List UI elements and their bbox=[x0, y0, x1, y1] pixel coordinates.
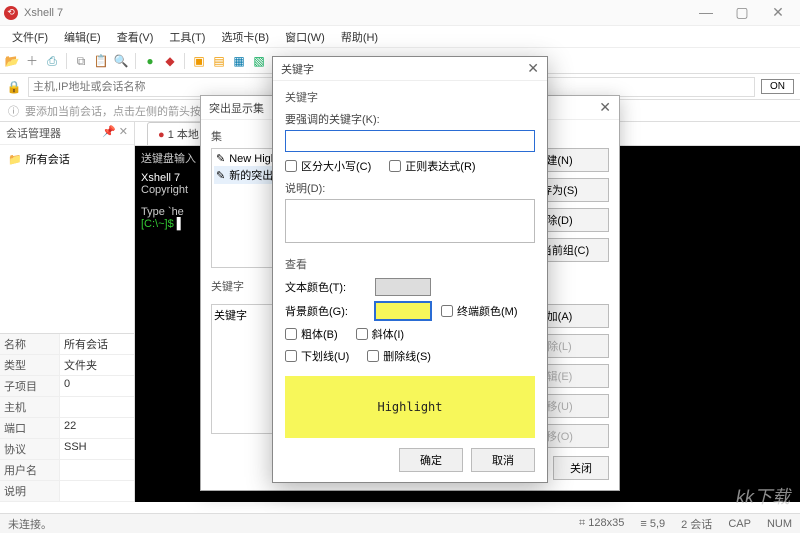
tool-misc1-icon[interactable]: ▣ bbox=[191, 53, 207, 69]
status-connection: 未连接。 bbox=[8, 516, 52, 532]
titlebar: ⟲ Xshell 7 ― ▢ ✕ bbox=[0, 0, 800, 26]
status-num: NUM bbox=[767, 518, 792, 530]
tool-find-icon[interactable]: 🔍 bbox=[113, 53, 129, 69]
tool-color-icon[interactable]: ◆ bbox=[162, 53, 178, 69]
regex-checkbox[interactable]: 正则表达式(R) bbox=[389, 158, 475, 174]
window-title: Xshell 7 bbox=[24, 7, 63, 19]
hs-close-button[interactable]: 关闭 bbox=[553, 456, 609, 480]
tool-save-icon[interactable]: ⎙ bbox=[44, 53, 60, 69]
textcolor-swatch[interactable] bbox=[375, 278, 431, 296]
kw-group-label: 关键字 bbox=[285, 89, 535, 105]
status-size: ⌗ 128x35 bbox=[579, 517, 624, 530]
view-label: 查看 bbox=[285, 256, 535, 272]
textcolor-label: 文本颜色(T): bbox=[285, 279, 365, 295]
minimize-button[interactable]: ― bbox=[688, 4, 724, 21]
folder-icon: 📁 bbox=[8, 153, 22, 166]
highlight-preview: Highlight bbox=[285, 376, 535, 438]
close-button[interactable]: ✕ bbox=[760, 4, 796, 21]
menu-tabs[interactable]: 选项卡(B) bbox=[215, 27, 275, 47]
info-icon: ⓘ bbox=[8, 103, 19, 119]
hs-close-icon[interactable]: ✕ bbox=[599, 99, 611, 116]
case-checkbox[interactable]: 区分大小写(C) bbox=[285, 158, 371, 174]
pencil-icon: ✎ bbox=[216, 152, 225, 165]
kw-close-icon[interactable]: ✕ bbox=[527, 60, 539, 77]
menu-edit[interactable]: 编辑(E) bbox=[58, 27, 107, 47]
tool-misc3-icon[interactable]: ▦ bbox=[231, 53, 247, 69]
tool-font-icon[interactable]: ● bbox=[142, 53, 158, 69]
sidebar-title: 会话管理器 bbox=[6, 125, 61, 141]
ok-button[interactable]: 确定 bbox=[399, 448, 463, 472]
menu-file[interactable]: 文件(F) bbox=[6, 27, 54, 47]
bgcolor-swatch[interactable] bbox=[375, 302, 431, 320]
status-sessions: 2 会话 bbox=[681, 516, 712, 532]
property-table: 名称所有会话 类型文件夹 子项目0 主机 端口22 协议SSH 用户名 说明 bbox=[0, 333, 134, 502]
session-sidebar: 会话管理器 📌 ✕ 📁 所有会话 名称所有会话 类型文件夹 子项目0 主机 端口… bbox=[0, 122, 135, 502]
tool-misc4-icon[interactable]: ▧ bbox=[251, 53, 267, 69]
italic-checkbox[interactable]: 斜体(I) bbox=[356, 326, 404, 342]
description-input[interactable] bbox=[285, 199, 535, 243]
menu-tools[interactable]: 工具(T) bbox=[163, 27, 211, 47]
tool-copy-icon[interactable]: ⧉ bbox=[73, 53, 89, 69]
kw-desc-label: 说明(D): bbox=[285, 180, 535, 196]
tree-root[interactable]: 📁 所有会话 bbox=[6, 149, 128, 169]
tool-new-icon[interactable]: ＋ bbox=[24, 53, 40, 69]
status-caps: CAP bbox=[728, 518, 751, 530]
hs-title: 突出显示集 bbox=[209, 100, 264, 116]
kw-emph-label: 要强调的关键字(K): bbox=[285, 111, 535, 127]
hint-text: 要添加当前会话，点击左侧的箭头按钮。 bbox=[25, 103, 223, 119]
cancel-button[interactable]: 取消 bbox=[471, 448, 535, 472]
keyword-input[interactable] bbox=[285, 130, 535, 152]
menubar: 文件(F) 编辑(E) 查看(V) 工具(T) 选项卡(B) 窗口(W) 帮助(… bbox=[0, 26, 800, 48]
tool-open-icon[interactable]: 📂 bbox=[4, 53, 20, 69]
menu-window[interactable]: 窗口(W) bbox=[279, 27, 331, 47]
session-tree[interactable]: 📁 所有会话 bbox=[0, 145, 134, 333]
pencil-icon: ✎ bbox=[216, 169, 225, 182]
pin-icon[interactable]: 📌 ✕ bbox=[102, 125, 128, 141]
status-pos: ≡ 5,9 bbox=[640, 518, 665, 530]
menu-view[interactable]: 查看(V) bbox=[111, 27, 160, 47]
maximize-button[interactable]: ▢ bbox=[724, 4, 760, 21]
bold-checkbox[interactable]: 粗体(B) bbox=[285, 326, 338, 342]
termcolor-checkbox[interactable]: 终端颜色(M) bbox=[441, 303, 518, 319]
underline-checkbox[interactable]: 下划线(U) bbox=[285, 348, 349, 364]
keyword-dialog: 关键字 ✕ 关键字 要强调的关键字(K): 区分大小写(C) 正则表达式(R) … bbox=[272, 56, 548, 483]
lock-icon: 🔒 bbox=[6, 79, 22, 95]
app-logo-icon: ⟲ bbox=[4, 6, 18, 20]
connect-toggle[interactable]: ON bbox=[761, 79, 794, 94]
tool-misc2-icon[interactable]: ▤ bbox=[211, 53, 227, 69]
strike-checkbox[interactable]: 删除线(S) bbox=[367, 348, 431, 364]
status-bar: 未连接。 ⌗ 128x35 ≡ 5,9 2 会话 CAP NUM bbox=[0, 513, 800, 533]
tree-root-label: 所有会话 bbox=[26, 151, 70, 167]
menu-help[interactable]: 帮助(H) bbox=[335, 27, 384, 47]
bgcolor-label: 背景颜色(G): bbox=[285, 303, 365, 319]
kw-title: 关键字 bbox=[281, 61, 314, 77]
tool-paste-icon[interactable]: 📋 bbox=[93, 53, 109, 69]
